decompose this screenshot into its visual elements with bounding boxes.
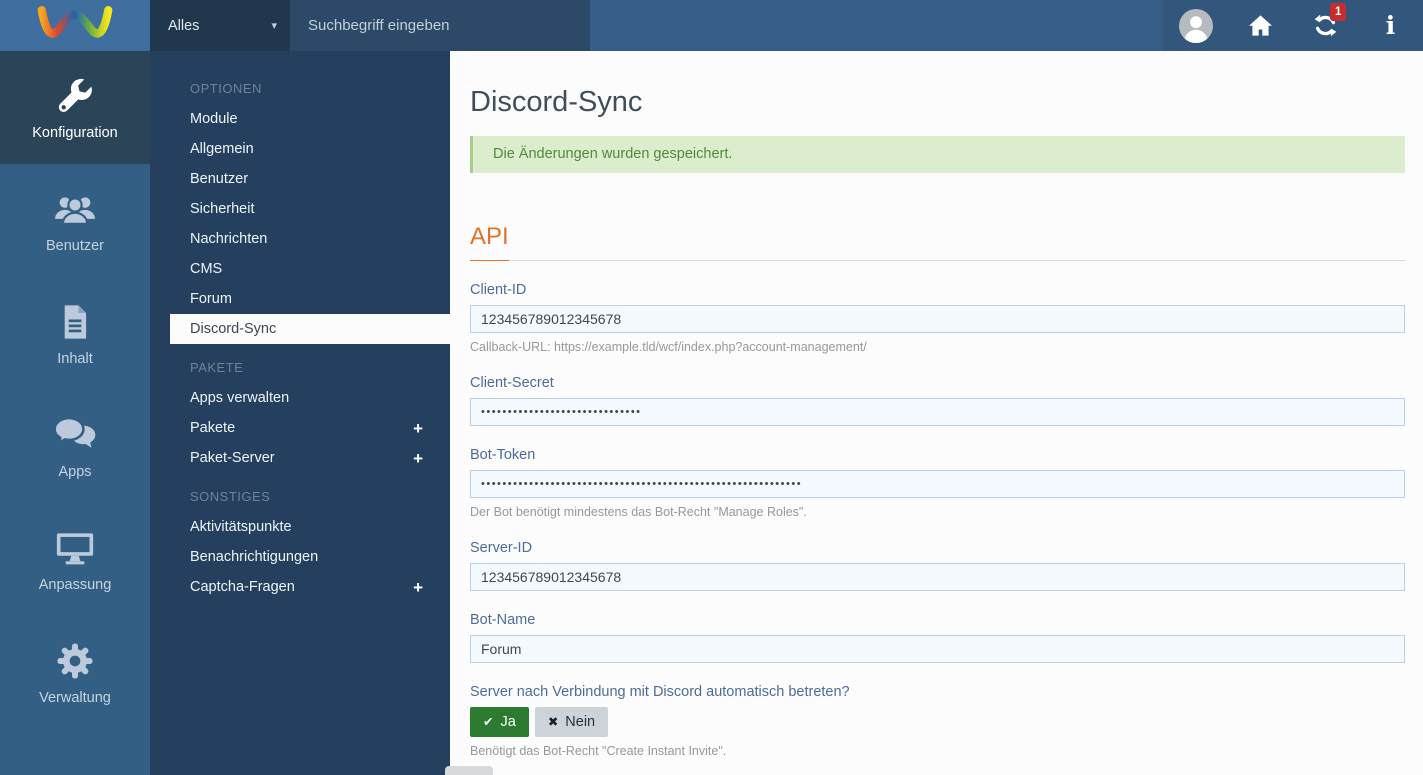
x-icon: ✖	[547, 714, 559, 729]
desktop-icon	[54, 527, 96, 569]
sidebar-item-label: Konfiguration	[32, 124, 118, 141]
field-help: Benötigt das Bot-Recht "Create Instant I…	[470, 744, 727, 758]
client-secret-field: Client-Secret ••••••••••••••••••••••••••…	[470, 375, 1405, 426]
sidebar-item-anpassung[interactable]: Anpassung	[0, 503, 150, 616]
bot-name-field: Bot-Name Forum	[470, 612, 1405, 663]
field-help: Callback-URL: https://example.tld/wcf/in…	[470, 340, 867, 354]
bot-name-input[interactable]: Forum	[470, 635, 1405, 663]
no-button[interactable]: ✖ Nein	[534, 707, 609, 737]
info-icon: i	[1385, 11, 1396, 40]
menu-item-captcha-fragen[interactable]: Captcha-Fragen +	[150, 572, 450, 602]
bot-token-input[interactable]: ••••••••••••••••••••••••••••••••••••••••…	[470, 470, 1405, 498]
search-box	[290, 0, 590, 51]
sidebar-item-label: Apps	[58, 463, 92, 480]
auto-join-field: Server nach Verbindung mit Discord autom…	[470, 684, 1405, 758]
success-message: Die Änderungen wurden gespeichert.	[470, 136, 1405, 173]
server-id-field: Server-ID 123456789012345678	[470, 540, 1405, 591]
plus-icon[interactable]: +	[413, 420, 423, 437]
gear-icon	[55, 640, 95, 682]
field-label: Client-ID	[470, 282, 527, 298]
info-button[interactable]: i	[1358, 0, 1423, 51]
menu-item-forum[interactable]: Forum	[150, 284, 450, 314]
menu-item-aktivitaetspunkte[interactable]: Aktivitätspunkte	[150, 512, 450, 542]
client-secret-input[interactable]: ••••••••••••••••••••••••••••••	[470, 398, 1405, 426]
plus-icon[interactable]: +	[413, 579, 423, 596]
menu-item-benachrichtigungen[interactable]: Benachrichtigungen	[150, 542, 450, 572]
search-scope-dropdown[interactable]: Alles ▾	[150, 0, 290, 51]
sidebar-item-konfiguration[interactable]: Konfiguration	[0, 51, 150, 164]
sidebar-item-apps[interactable]: Apps	[0, 390, 150, 503]
sync-button[interactable]: 1	[1293, 0, 1358, 51]
user-avatar[interactable]	[1163, 0, 1228, 51]
sidebar-item-label: Verwaltung	[39, 689, 111, 706]
menu-item-nachrichten[interactable]: Nachrichten	[150, 224, 450, 254]
menu-item-benutzer[interactable]: Benutzer	[150, 164, 450, 194]
bot-token-field: Bot-Token ••••••••••••••••••••••••••••••…	[470, 447, 1405, 519]
sidebar-item-benutzer[interactable]: Benutzer	[0, 164, 150, 277]
sidebar-item-label: Anpassung	[38, 576, 112, 593]
config-submenu: OPTIONEN Module Allgemein Benutzer Siche…	[150, 51, 450, 775]
menu-section-title-sonstiges: SONSTIGES	[190, 489, 271, 504]
search-scope-value: Alles	[168, 17, 200, 34]
scroll-edge-artifact	[445, 766, 493, 775]
menu-item-cms[interactable]: CMS	[150, 254, 450, 284]
client-id-input[interactable]: 123456789012345678	[470, 305, 1405, 333]
menu-section-title-optionen: OPTIONEN	[190, 81, 262, 96]
app-logo[interactable]	[0, 0, 150, 51]
menu-item-discord-sync[interactable]: Discord-Sync	[170, 314, 450, 344]
chevron-down-icon: ▾	[271, 20, 277, 32]
wrench-icon	[55, 75, 95, 117]
menu-section-title-pakete: PAKETE	[190, 360, 244, 375]
yes-button[interactable]: ✔ Ja	[470, 707, 529, 737]
menu-item-allgemein[interactable]: Allgemein	[150, 134, 450, 164]
file-text-icon	[56, 301, 94, 343]
avatar-icon	[1178, 8, 1213, 43]
yes-no-toggle: ✔ Ja ✖ Nein	[470, 707, 1405, 737]
sidebar-item-label: Benutzer	[45, 237, 105, 254]
notification-badge: 1	[1330, 3, 1347, 21]
menu-item-paket-server[interactable]: Paket-Server +	[150, 443, 450, 473]
topbar-icons: 1 i	[1163, 0, 1423, 51]
top-bar: Alles ▾ Suchbegriff eingeben 1 i	[0, 0, 1423, 51]
main-content: Discord-Sync Die Änderungen wurden gespe…	[450, 51, 1423, 775]
field-label: Server-ID	[470, 540, 533, 556]
check-icon: ✔	[483, 714, 494, 729]
sidebar-item-verwaltung[interactable]: Verwaltung	[0, 616, 150, 729]
field-help: Der Bot benötigt mindestens das Bot-Rech…	[470, 505, 807, 519]
client-id-field: Client-ID 123456789012345678 Callback-UR…	[470, 282, 1405, 354]
field-label: Bot-Token	[470, 447, 536, 463]
plus-icon[interactable]: +	[413, 450, 423, 467]
menu-item-apps-verwalten[interactable]: Apps verwalten	[150, 383, 450, 413]
sidebar-item-inhalt[interactable]: Inhalt	[0, 277, 150, 390]
server-id-input[interactable]: 123456789012345678	[470, 563, 1405, 591]
menu-item-sicherheit[interactable]: Sicherheit	[150, 194, 450, 224]
section-title: API	[470, 223, 1405, 261]
search-input[interactable]	[290, 17, 590, 34]
field-label: Client-Secret	[470, 375, 554, 391]
woltlab-logo-icon	[33, 0, 117, 51]
main-sidebar: Konfiguration Benutzer Inhalt Apps Anpas…	[0, 51, 150, 775]
sidebar-item-label: Inhalt	[57, 350, 93, 367]
menu-item-pakete[interactable]: Pakete +	[150, 413, 450, 443]
comments-icon	[53, 414, 97, 456]
home-icon	[1249, 15, 1272, 36]
home-button[interactable]	[1228, 0, 1293, 51]
menu-item-module[interactable]: Module	[150, 104, 450, 134]
page-title: Discord-Sync	[470, 86, 643, 118]
field-label: Server nach Verbindung mit Discord autom…	[470, 684, 850, 700]
field-label: Bot-Name	[470, 612, 536, 628]
users-icon	[53, 188, 97, 230]
